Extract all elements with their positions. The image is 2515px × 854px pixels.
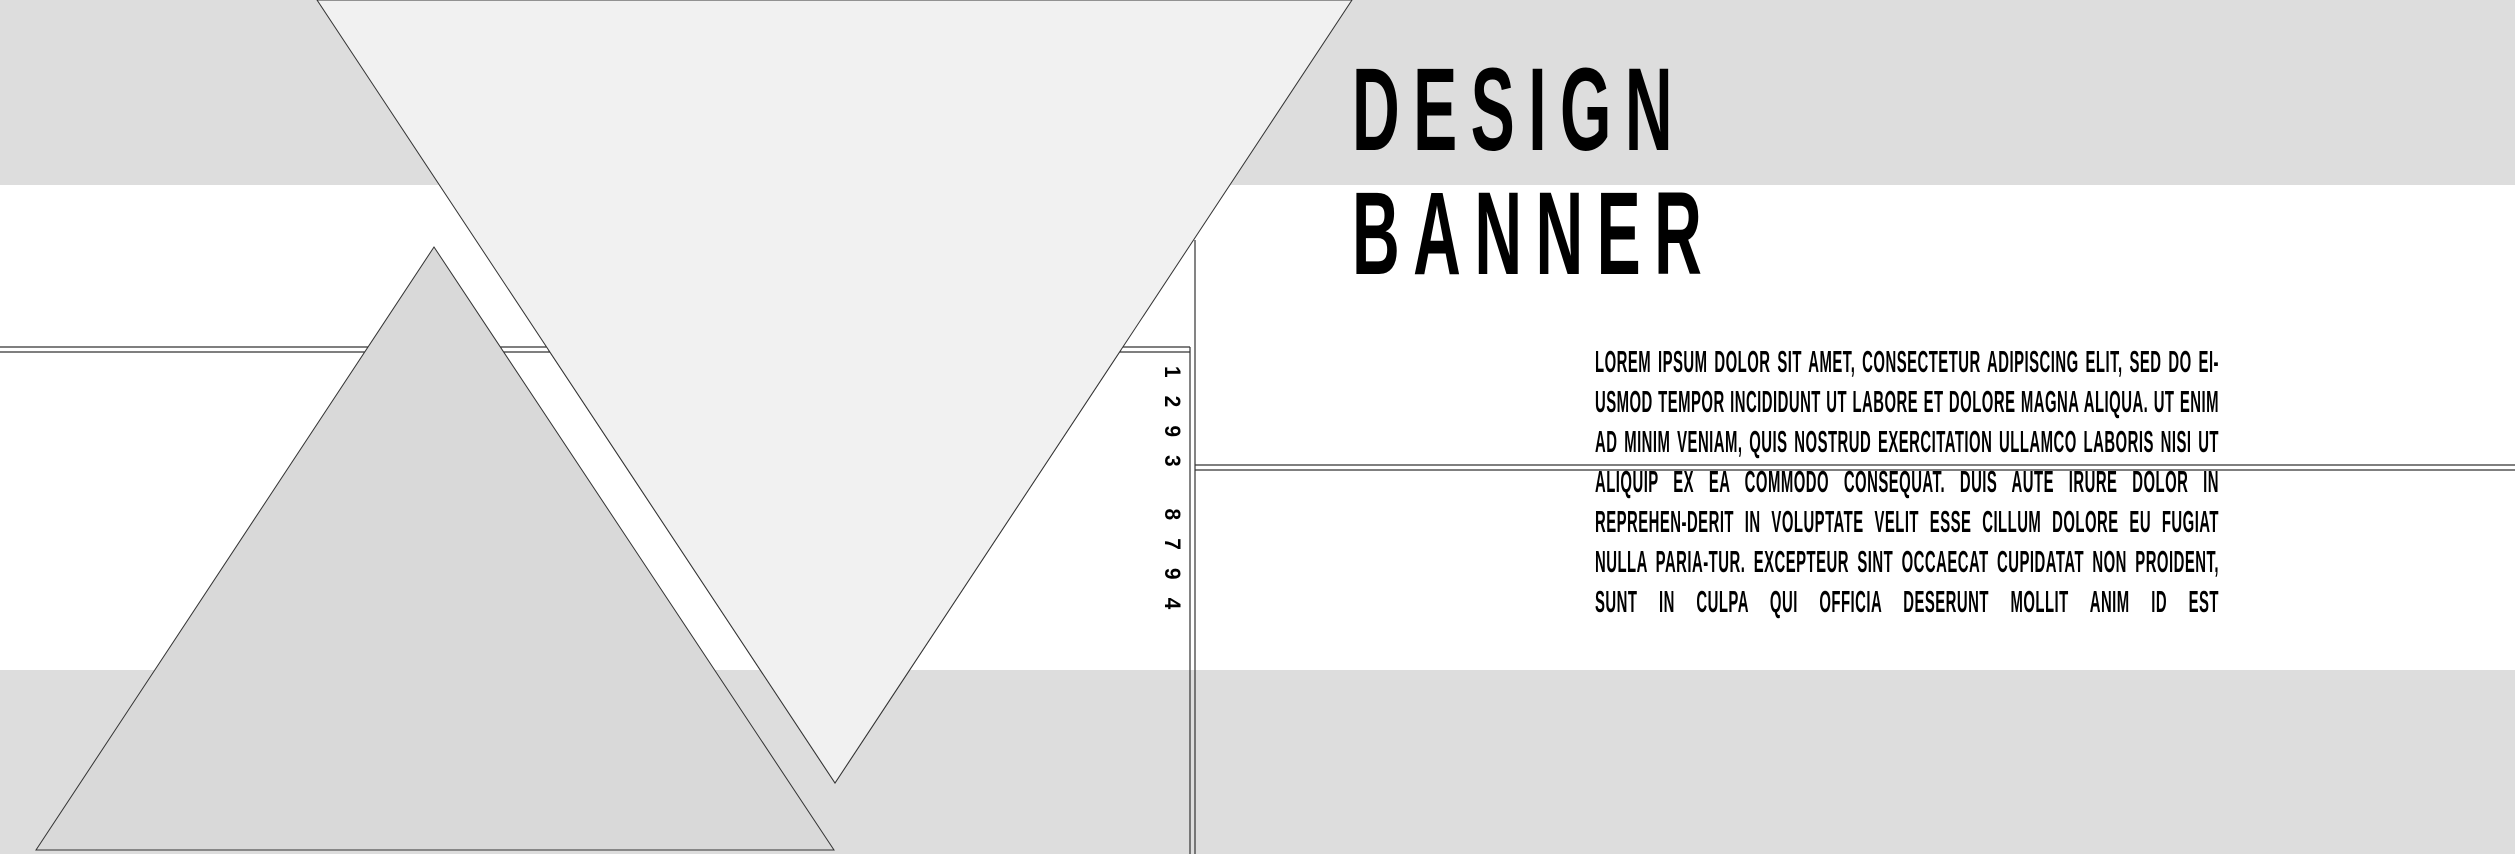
- banner-title: DESIGN BANNER: [1352, 48, 1715, 296]
- vertical-serial-number: 1293 8794: [1160, 366, 1185, 628]
- lorem-ipsum-body: LOREM IPSUM DOLOR SIT AMET, CONSECTETUR …: [1595, 344, 2219, 619]
- design-banner: DESIGN BANNER LOREM IPSUM DOLOR SIT AMET…: [0, 0, 2515, 854]
- title-line-banner: BANNER: [1352, 168, 1716, 300]
- title-line-design: DESIGN: [1352, 44, 1686, 176]
